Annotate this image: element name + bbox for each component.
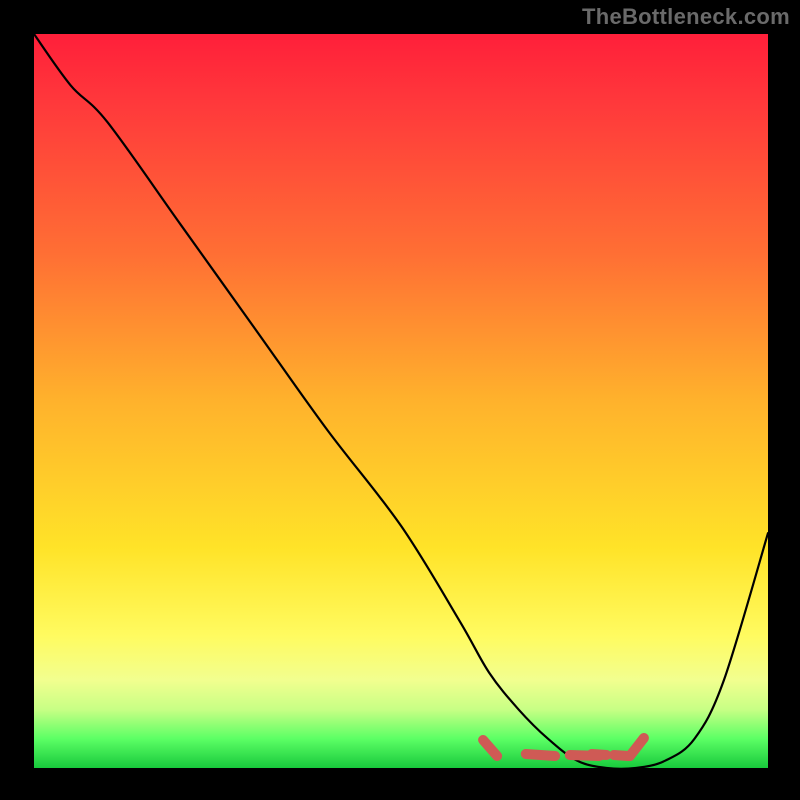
optimal-tick — [483, 740, 497, 756]
optimal-range-markers — [483, 738, 644, 756]
optimal-tick — [592, 754, 607, 755]
plot-area — [34, 34, 768, 768]
chart-frame: TheBottleneck.com — [0, 0, 800, 800]
bottleneck-curve-line — [34, 34, 768, 768]
optimal-tick — [630, 738, 644, 756]
optimal-tick — [526, 754, 555, 756]
bottleneck-curve-svg — [34, 34, 768, 768]
watermark-label: TheBottleneck.com — [582, 4, 790, 30]
